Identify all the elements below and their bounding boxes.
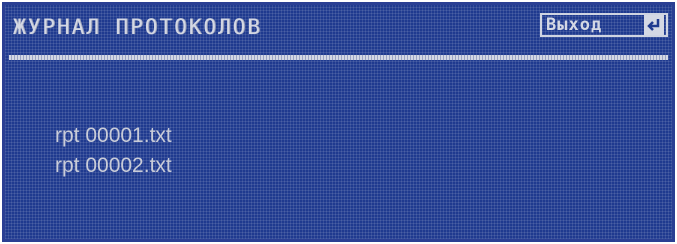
- file-item[interactable]: rpt 00002.txt: [55, 151, 172, 181]
- exit-button-label: Выход: [546, 15, 603, 35]
- title-divider: [9, 55, 668, 60]
- file-list: rpt 00001.txt rpt 00002.txt: [55, 121, 172, 181]
- page-title: ЖУРНАЛ ПРОТОКОЛОВ: [13, 15, 262, 39]
- return-arrow-icon: [644, 15, 664, 35]
- log-journal-screen: ЖУРНАЛ ПРОТОКОЛОВ Выход rpt 00001.txt rp…: [2, 2, 675, 242]
- exit-button[interactable]: Выход: [540, 13, 668, 37]
- file-item[interactable]: rpt 00001.txt: [55, 121, 172, 151]
